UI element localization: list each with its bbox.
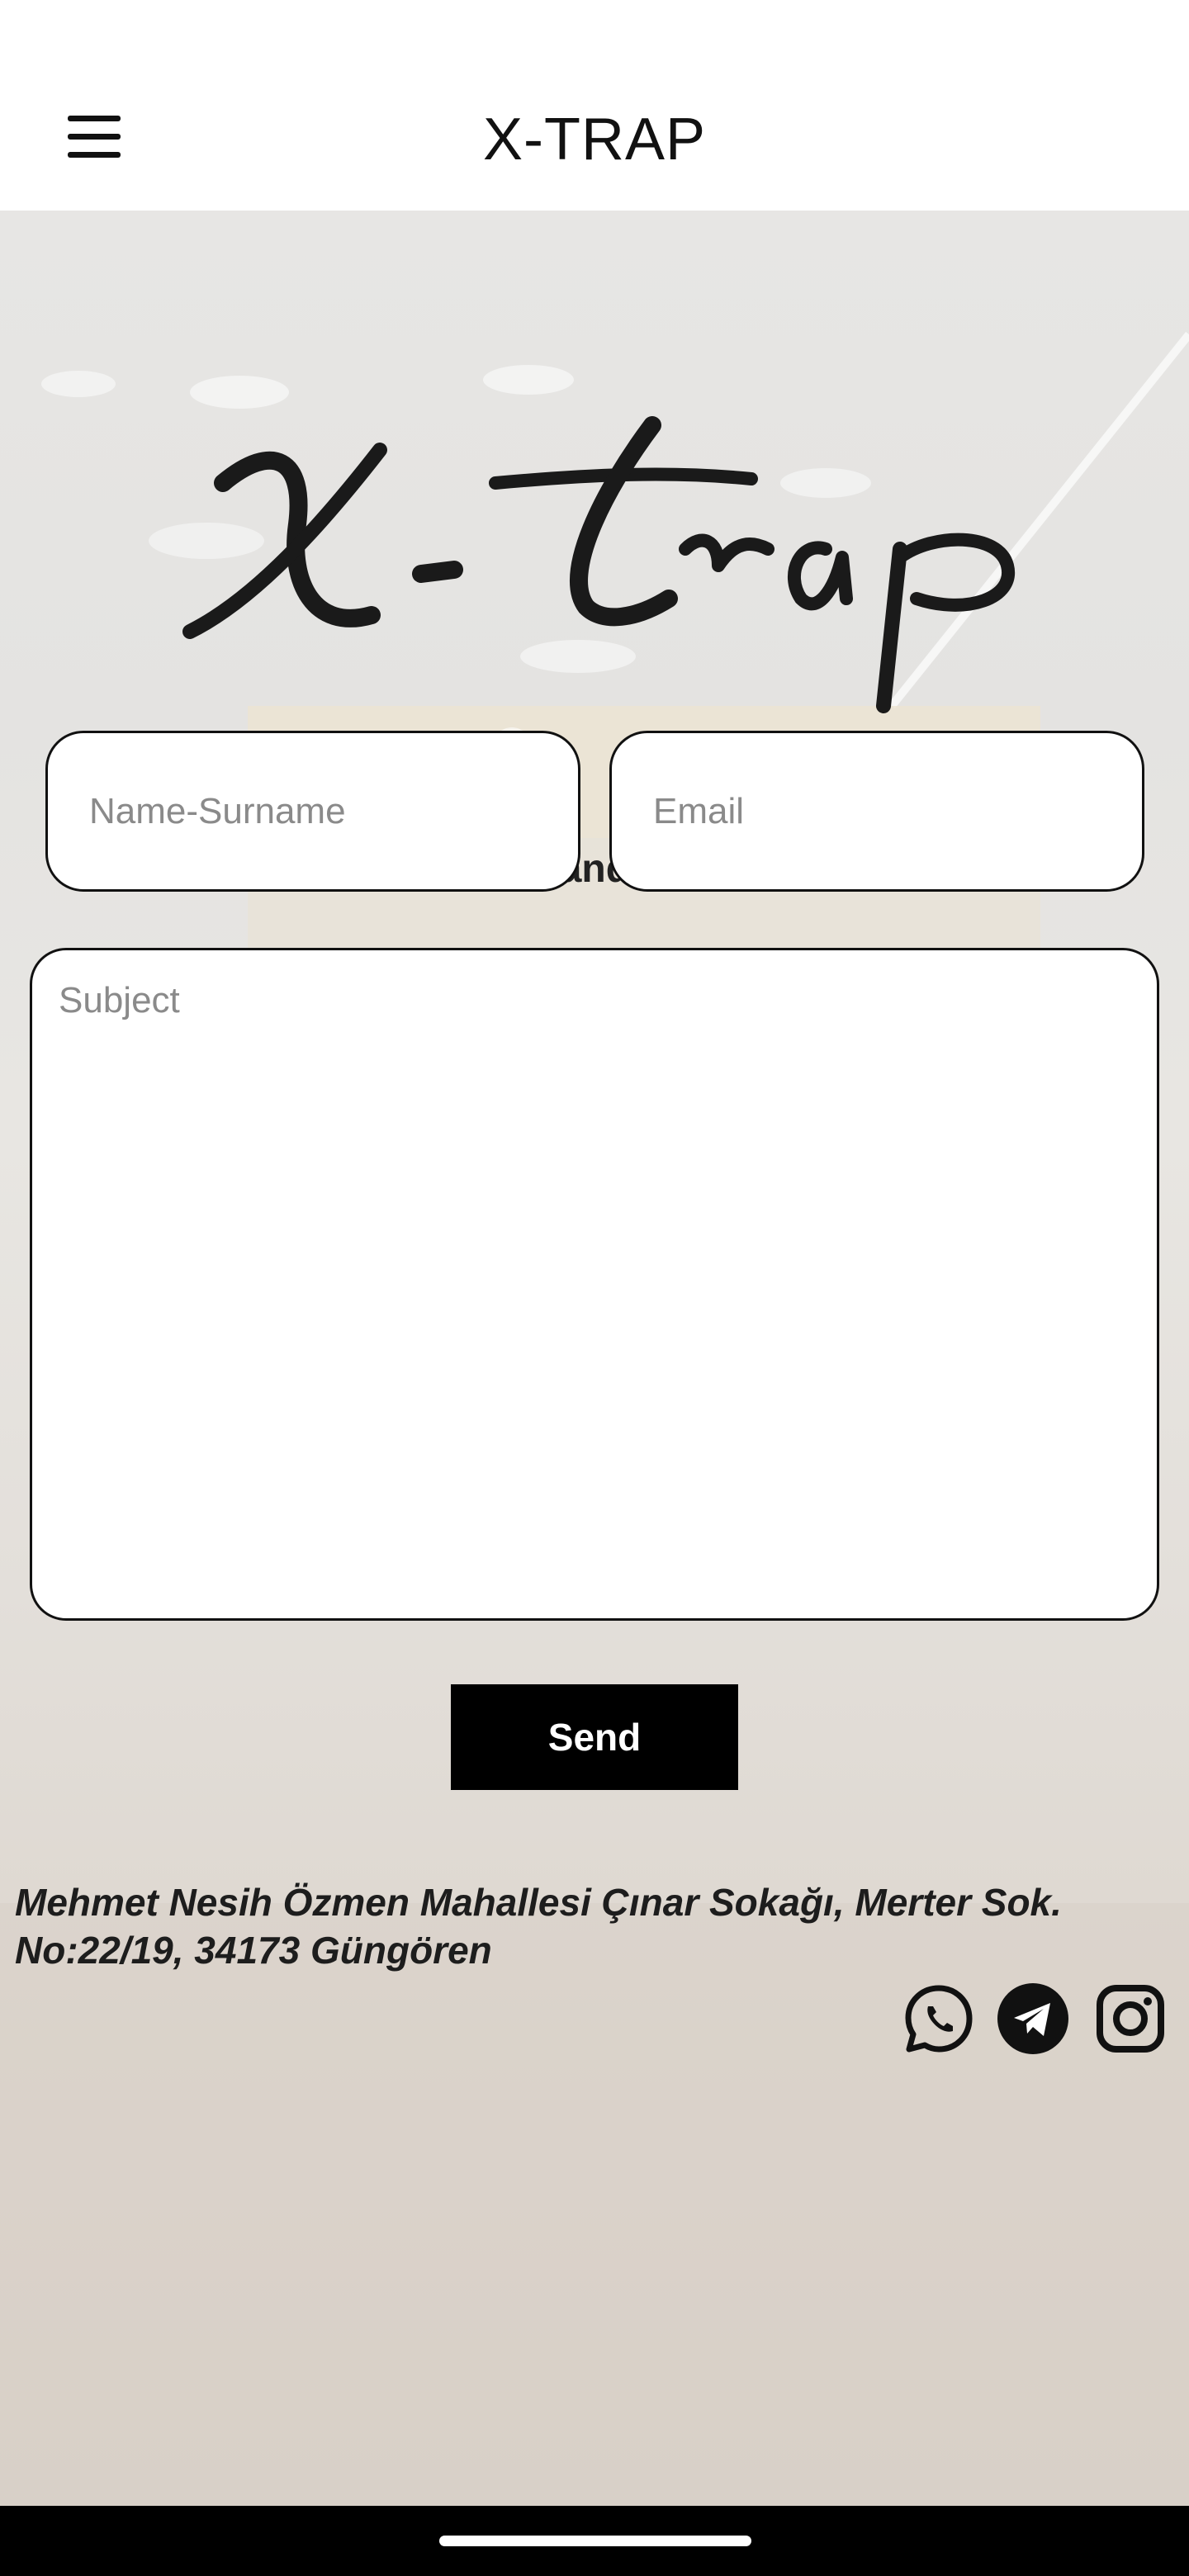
name-surname-input[interactable] [45, 731, 580, 892]
subject-textarea[interactable] [30, 948, 1159, 1621]
whatsapp-icon[interactable] [902, 1982, 976, 2056]
system-nav-bar [0, 2506, 1189, 2576]
address-line-2: No:22/19, 34173 Güngören [15, 1929, 492, 1972]
send-button[interactable]: Send [451, 1684, 738, 1790]
instagram-icon[interactable] [1093, 1982, 1168, 2056]
app-title: X-TRAP [482, 107, 707, 173]
email-input[interactable] [609, 731, 1144, 892]
address: Mehmet Nesih Özmen Mahallesi Çınar Sokağ… [15, 1878, 1154, 1974]
app-header: X-TRAP [0, 0, 1189, 211]
brand-logo [182, 416, 1016, 713]
home-indicator[interactable] [439, 2536, 751, 2546]
address-line-1: Mehmet Nesih Özmen Mahallesi Çınar Sokağ… [15, 1881, 1062, 1924]
telegram-icon[interactable] [996, 1982, 1070, 2056]
